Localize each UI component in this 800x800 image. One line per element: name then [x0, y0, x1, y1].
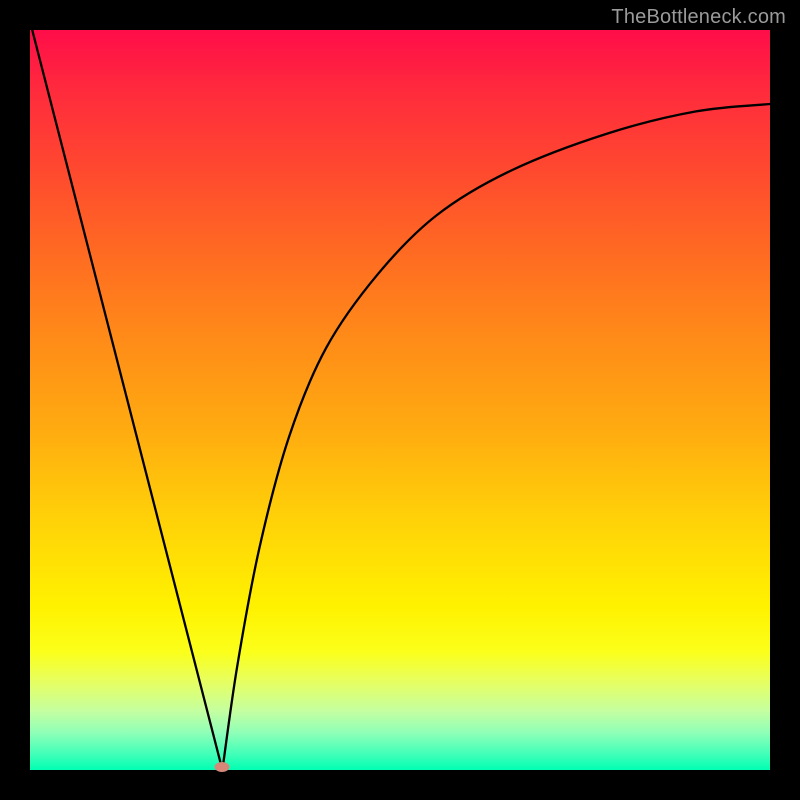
watermark-text: TheBottleneck.com: [611, 6, 786, 29]
chart-plot-area: [30, 30, 770, 770]
minimum-marker: [215, 762, 230, 772]
